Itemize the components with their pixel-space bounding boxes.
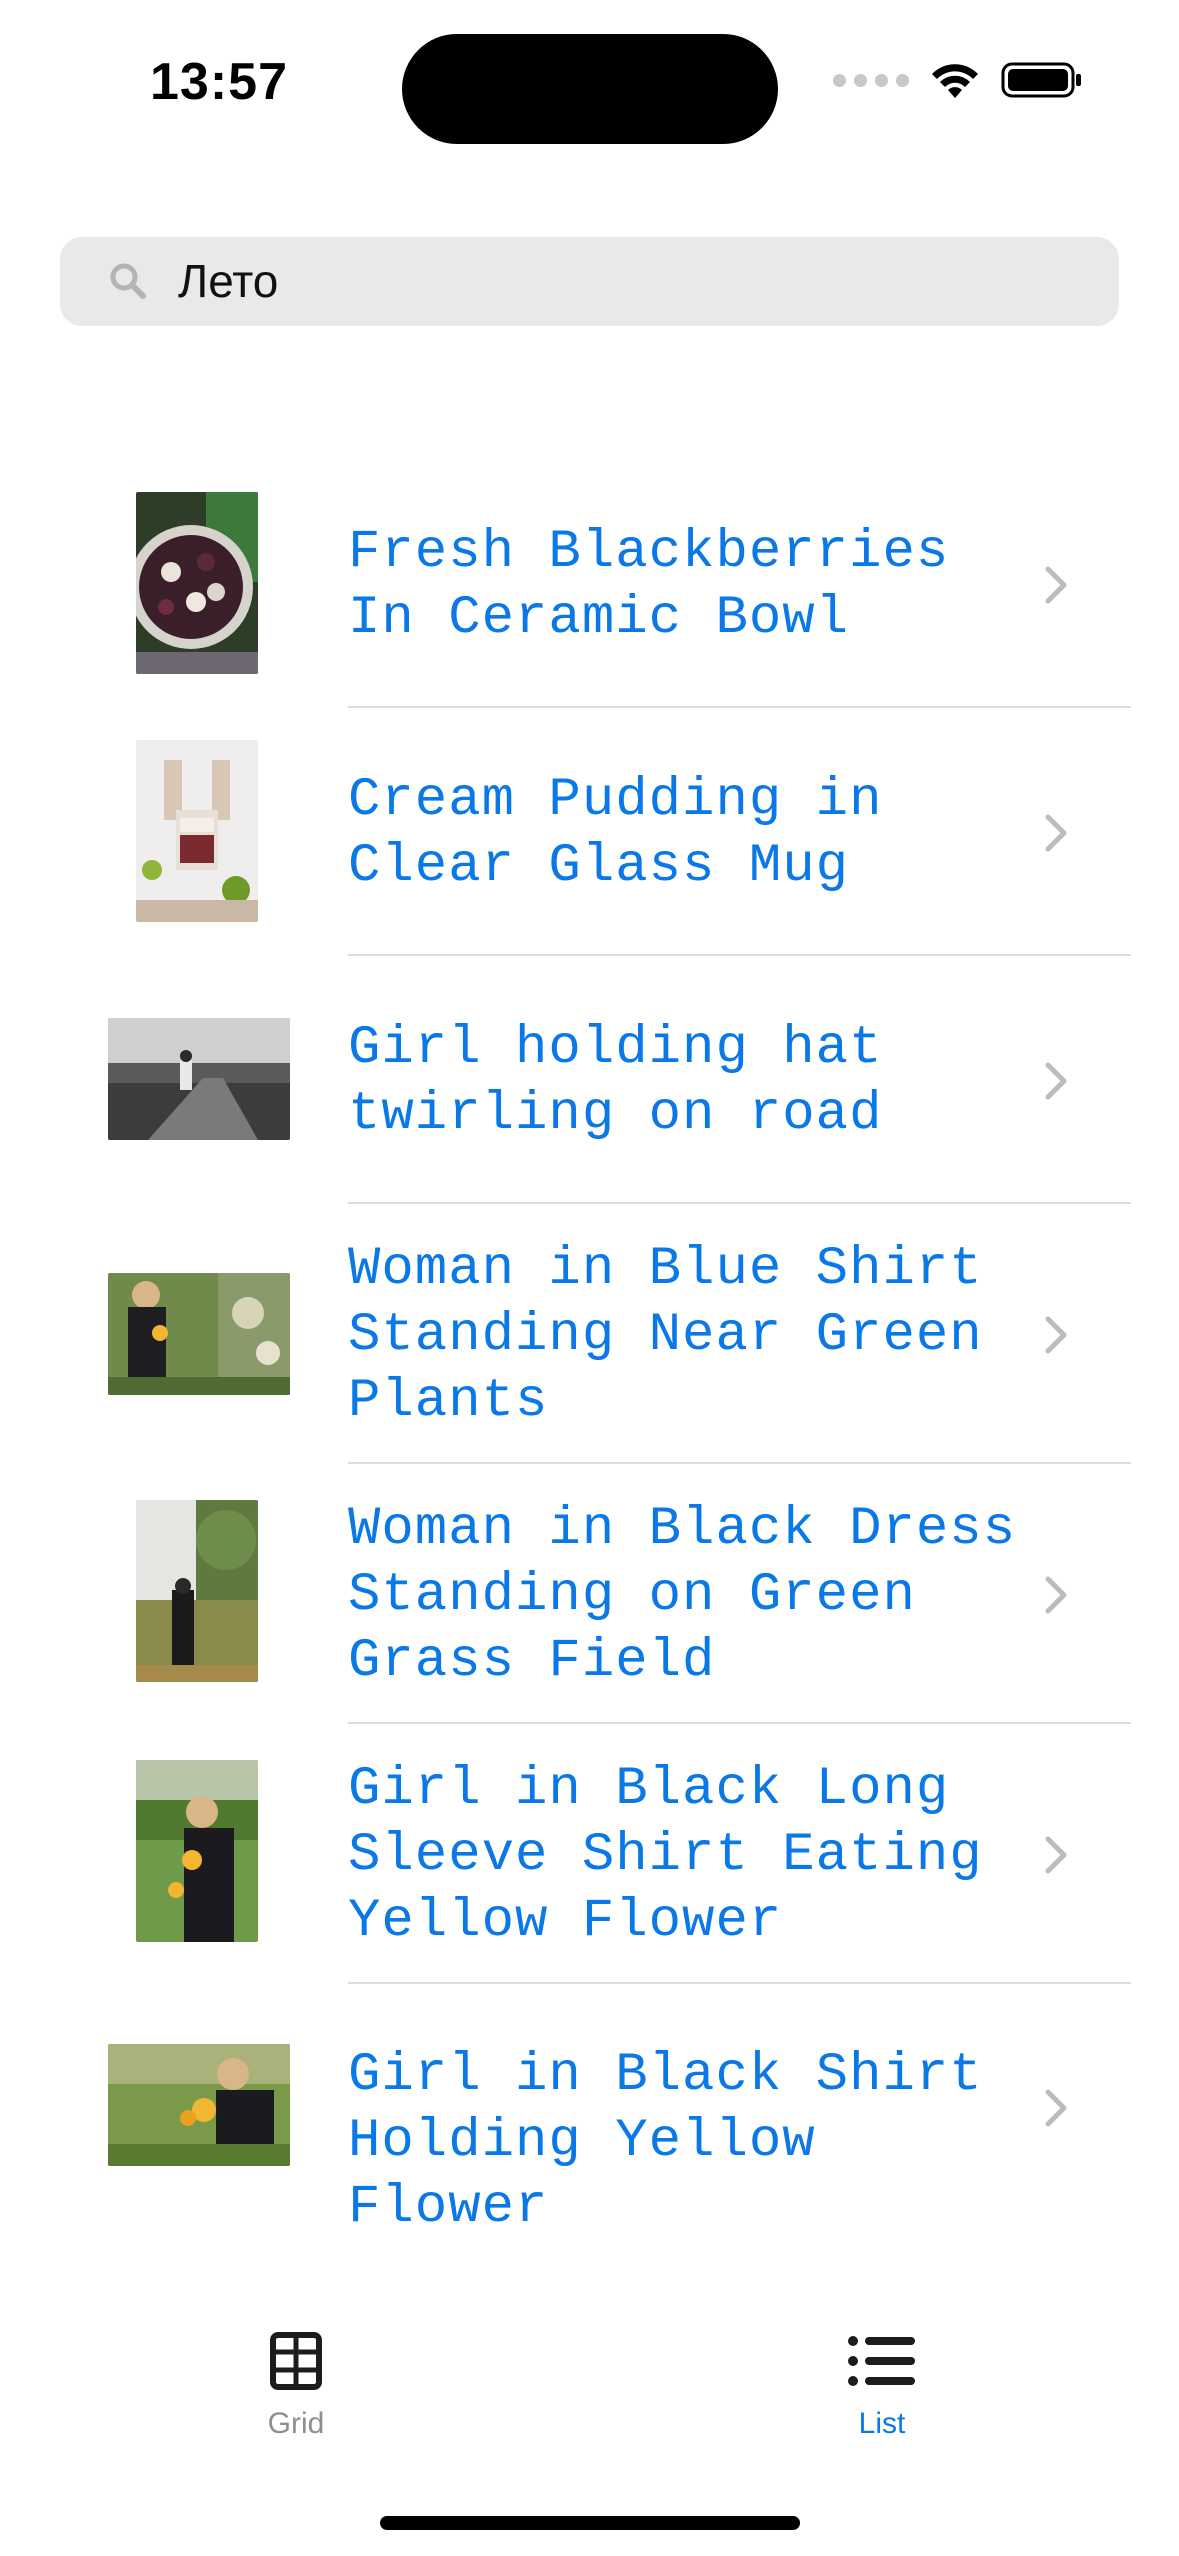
separator: [348, 1462, 1131, 1464]
chevron-right-icon: [1045, 1062, 1067, 1100]
grid-icon: [270, 2332, 322, 2390]
status-icons: [833, 60, 1083, 100]
thumbnail-image: [108, 2044, 290, 2166]
item-title: Girl in Black Shirt Holding Yellow Flowe…: [348, 2045, 983, 2238]
thumbnail-image: [136, 1760, 258, 1942]
separator: [348, 706, 1131, 708]
search-field[interactable]: Лето: [60, 237, 1119, 326]
chevron-right-icon: [1045, 2089, 1067, 2127]
battery-icon: [1001, 62, 1081, 98]
item-title: Woman in Blue Shirt Standing Near Green …: [348, 1239, 983, 1432]
tab-label-grid: Grid: [267, 2407, 325, 2440]
thumbnail-image: [136, 740, 258, 922]
chevron-right-icon: [1045, 1316, 1067, 1354]
chevron-right-icon: [1045, 566, 1067, 604]
search-icon: [110, 263, 146, 299]
thumbnail-image: [136, 1500, 258, 1682]
item-title: Cream Pudding in Clear Glass Mug: [348, 770, 883, 897]
separator: [348, 954, 1131, 956]
item-title: Girl in Black Long Sleeve Shirt Eating Y…: [348, 1759, 983, 1952]
thumbnail-image: [108, 1018, 290, 1140]
separator: [348, 1982, 1131, 1984]
chevron-right-icon: [1045, 1576, 1067, 1614]
status-bar: 13:57: [0, 0, 1179, 170]
tab-list[interactable]: List: [782, 2330, 982, 2441]
separator: [348, 1202, 1131, 1204]
home-indicator[interactable]: [380, 2516, 800, 2530]
thumbnail-image: [136, 492, 258, 674]
cellular-signal-icon: [833, 73, 909, 87]
list-icon: [848, 2336, 915, 2386]
dynamic-island: [402, 34, 778, 144]
tab-label-list: List: [858, 2407, 906, 2440]
wifi-icon: [932, 64, 978, 98]
search-input[interactable]: Лето: [178, 254, 278, 308]
thumbnail-image: [108, 1273, 290, 1395]
tab-grid[interactable]: Grid: [196, 2330, 396, 2441]
status-time: 13:57: [150, 53, 288, 111]
chevron-right-icon: [1045, 814, 1067, 852]
chevron-right-icon: [1045, 1836, 1067, 1874]
separator: [348, 1722, 1131, 1724]
item-title: Girl holding hat twirling on road: [348, 1018, 883, 1145]
item-title: Fresh Blackberries In Ceramic Bowl: [348, 522, 950, 649]
item-title: Woman in Black Dress Standing on Green G…: [348, 1499, 1017, 1692]
